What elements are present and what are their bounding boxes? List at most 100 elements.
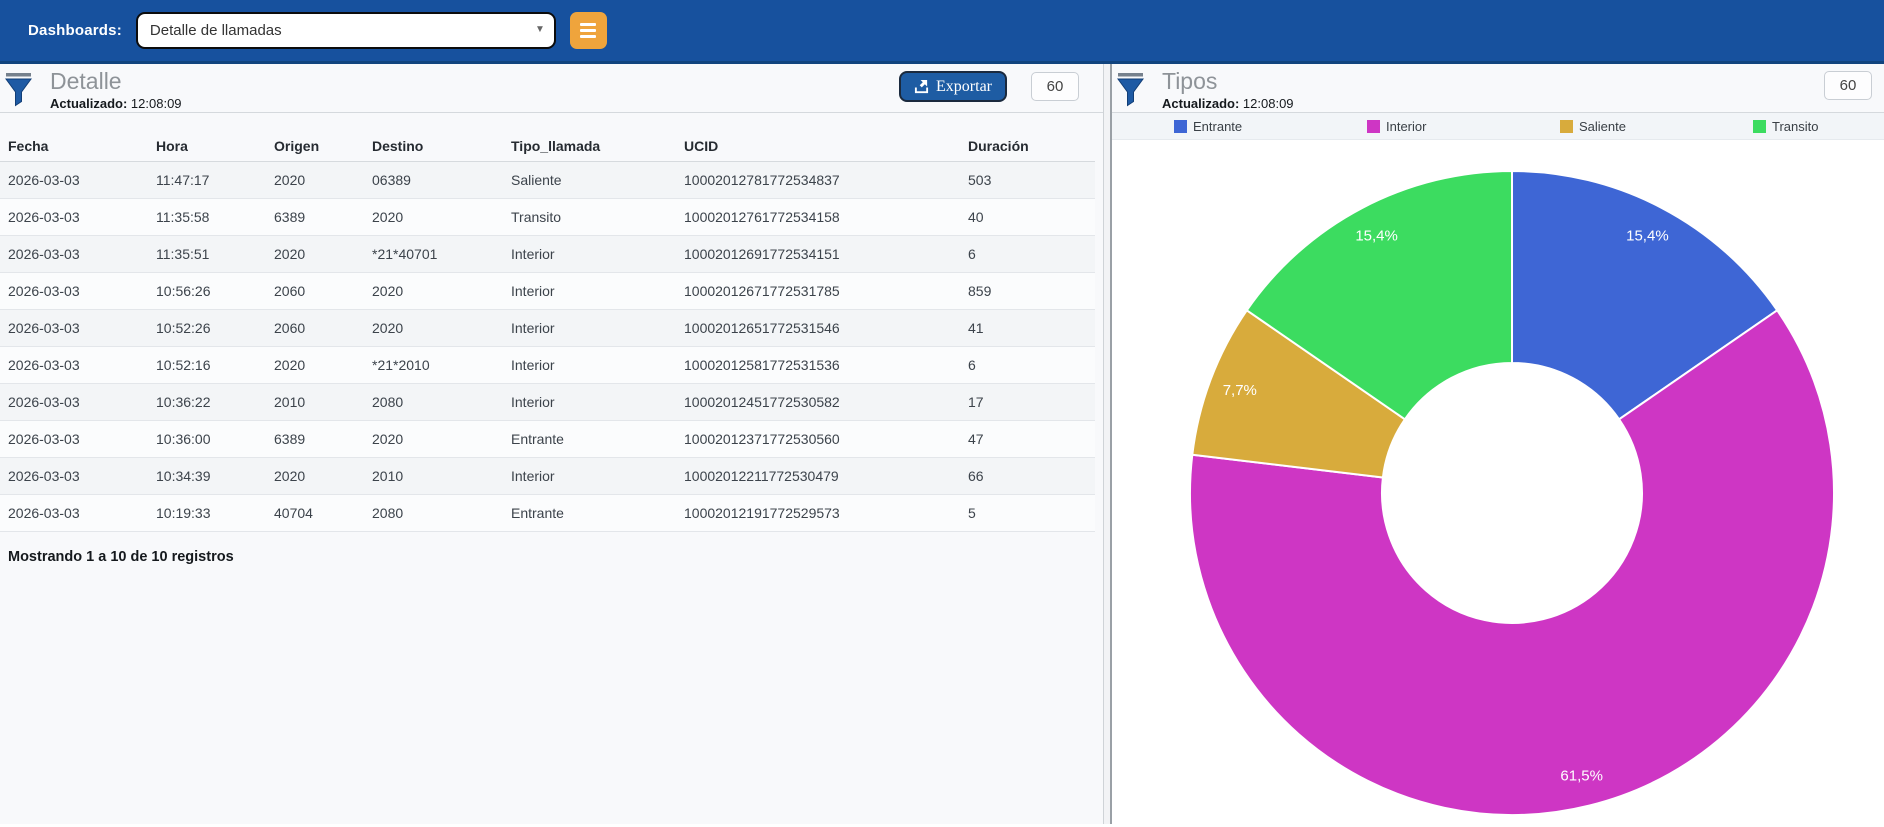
dashboard-select[interactable]: Detalle de llamadas <box>136 12 556 49</box>
call-table-header-row: FechaHoraOrigenDestinoTipo_llamadaUCIDDu… <box>0 131 1095 162</box>
cell-ucid: 10002012781772534837 <box>676 162 960 199</box>
chart-legend: EntranteInterior Saliente Transito <box>1112 113 1884 140</box>
table-row: 2026-03-0310:52:162020*21*2010Interior10… <box>0 347 1095 384</box>
detalle-panel-header: Detalle Actualizado: 12:08:09 Exportar <box>0 64 1103 113</box>
cell-duracion: 40 <box>960 199 1095 236</box>
dashboard-select-wrap: Detalle de llamadas ▼ <box>136 12 556 49</box>
legend-item-saliente[interactable]: Saliente <box>1498 119 1691 134</box>
cell-duracion: 6 <box>960 236 1095 273</box>
cell-tipo_llamada: Entrante <box>503 421 676 458</box>
cell-hora: 10:36:00 <box>148 421 266 458</box>
column-header-tipo_llamada: Tipo_llamada <box>503 131 676 162</box>
legend-swatch <box>1174 120 1187 133</box>
detalle-header-controls: Exportar <box>899 71 1079 102</box>
updated-time: 12:08:09 <box>1243 96 1294 111</box>
cell-fecha: 2026-03-03 <box>0 495 148 532</box>
updated-line: Actualizado: 12:08:09 <box>50 96 182 111</box>
cell-fecha: 2026-03-03 <box>0 199 148 236</box>
cell-hora: 10:56:26 <box>148 273 266 310</box>
cell-tipo_llamada: Interior <box>503 384 676 421</box>
cell-origen: 2060 <box>266 273 364 310</box>
cell-destino: 2020 <box>364 421 503 458</box>
cell-tipo_llamada: Interior <box>503 236 676 273</box>
topbar: Dashboards: Detalle de llamadas ▼ <box>0 0 1884 64</box>
cell-hora: 10:19:33 <box>148 495 266 532</box>
legend-item-interior[interactable]: Interior <box>1305 119 1498 134</box>
detalle-panel: Detalle Actualizado: 12:08:09 Exportar <box>0 64 1104 824</box>
cell-origen: 2060 <box>266 310 364 347</box>
legend-item-transito[interactable]: Transito <box>1691 119 1884 134</box>
legend-label: Saliente <box>1579 119 1626 134</box>
cell-tipo_llamada: Entrante <box>503 495 676 532</box>
cell-hora: 11:35:51 <box>148 236 266 273</box>
cell-destino: *21*40701 <box>364 236 503 273</box>
cell-ucid: 10002012451772530582 <box>676 384 960 421</box>
call-table-body: 2026-03-0311:47:17202006389Saliente10002… <box>0 162 1095 532</box>
legend-swatch <box>1560 120 1573 133</box>
cell-tipo_llamada: Interior <box>503 310 676 347</box>
cell-tipo_llamada: Interior <box>503 347 676 384</box>
updated-label: Actualizado: <box>50 96 127 111</box>
tipos-panel-header: Tipos Actualizado: 12:08:09 <box>1112 64 1884 113</box>
cell-destino: 2020 <box>364 310 503 347</box>
cell-tipo_llamada: Transito <box>503 199 676 236</box>
legend-swatch <box>1753 120 1766 133</box>
cell-destino: 2020 <box>364 273 503 310</box>
table-row: 2026-03-0310:56:2620602020Interior100020… <box>0 273 1095 310</box>
export-icon <box>914 79 929 94</box>
export-button[interactable]: Exportar <box>899 71 1007 102</box>
cell-ucid: 10002012191772529573 <box>676 495 960 532</box>
cell-origen: 6389 <box>266 421 364 458</box>
cell-fecha: 2026-03-03 <box>0 273 148 310</box>
column-header-destino: Destino <box>364 131 503 162</box>
filter-funnel-icon <box>1116 70 1146 107</box>
refresh-interval-input[interactable] <box>1824 71 1872 100</box>
cell-fecha: 2026-03-03 <box>0 162 148 199</box>
main-content: Detalle Actualizado: 12:08:09 Exportar <box>0 64 1884 824</box>
refresh-interval-input[interactable] <box>1031 72 1079 101</box>
table-row: 2026-03-0310:52:2620602020Interior100020… <box>0 310 1095 347</box>
tipos-donut-chart: 15,4% 61,5% 7,7% 15,4% <box>1112 140 1884 824</box>
detalle-title-block: Detalle Actualizado: 12:08:09 <box>50 70 182 111</box>
column-header-duracion: Duración <box>960 131 1095 162</box>
export-button-label: Exportar <box>936 78 992 96</box>
table-row: 2026-03-0311:47:17202006389Saliente10002… <box>0 162 1095 199</box>
table-row: 2026-03-0311:35:512020*21*40701Interior1… <box>0 236 1095 273</box>
table-row: 2026-03-0310:36:0063892020Entrante100020… <box>0 421 1095 458</box>
cell-duracion: 66 <box>960 458 1095 495</box>
cell-duracion: 6 <box>960 347 1095 384</box>
slice-percentage-label: 15,4% <box>1355 227 1398 244</box>
table-row: 2026-03-0310:34:3920202010Interior100020… <box>0 458 1095 495</box>
cell-duracion: 859 <box>960 273 1095 310</box>
cell-ucid: 10002012761772534158 <box>676 199 960 236</box>
slice-percentage-label: 61,5% <box>1560 768 1603 785</box>
cell-duracion: 17 <box>960 384 1095 421</box>
column-header-origen: Origen <box>266 131 364 162</box>
slice-percentage-label: 7,7% <box>1223 382 1257 399</box>
slice-percentage-label: 15,4% <box>1626 227 1669 244</box>
cell-ucid: 10002012691772534151 <box>676 236 960 273</box>
cell-destino: 2020 <box>364 199 503 236</box>
cell-tipo_llamada: Interior <box>503 273 676 310</box>
cell-hora: 11:47:17 <box>148 162 266 199</box>
cell-fecha: 2026-03-03 <box>0 310 148 347</box>
cell-destino: 2080 <box>364 384 503 421</box>
column-header-hora: Hora <box>148 131 266 162</box>
menu-button[interactable] <box>570 12 607 49</box>
tipos-title-block: Tipos Actualizado: 12:08:09 <box>1162 70 1294 111</box>
legend-swatch <box>1367 120 1380 133</box>
cell-fecha: 2026-03-03 <box>0 421 148 458</box>
legend-item-entrante[interactable]: Entrante <box>1112 119 1305 134</box>
table-row: 2026-03-0311:35:5863892020Transito100020… <box>0 199 1095 236</box>
dashboards-label: Dashboards: <box>28 22 122 39</box>
cell-origen: 2020 <box>266 347 364 384</box>
cell-hora: 11:35:58 <box>148 199 266 236</box>
cell-fecha: 2026-03-03 <box>0 458 148 495</box>
cell-fecha: 2026-03-03 <box>0 384 148 421</box>
cell-ucid: 10002012371772530560 <box>676 421 960 458</box>
cell-ucid: 10002012581772531536 <box>676 347 960 384</box>
panel-divider <box>1104 64 1112 824</box>
updated-label: Actualizado: <box>1162 96 1239 111</box>
cell-hora: 10:34:39 <box>148 458 266 495</box>
table-row: 2026-03-0310:36:2220102080Interior100020… <box>0 384 1095 421</box>
